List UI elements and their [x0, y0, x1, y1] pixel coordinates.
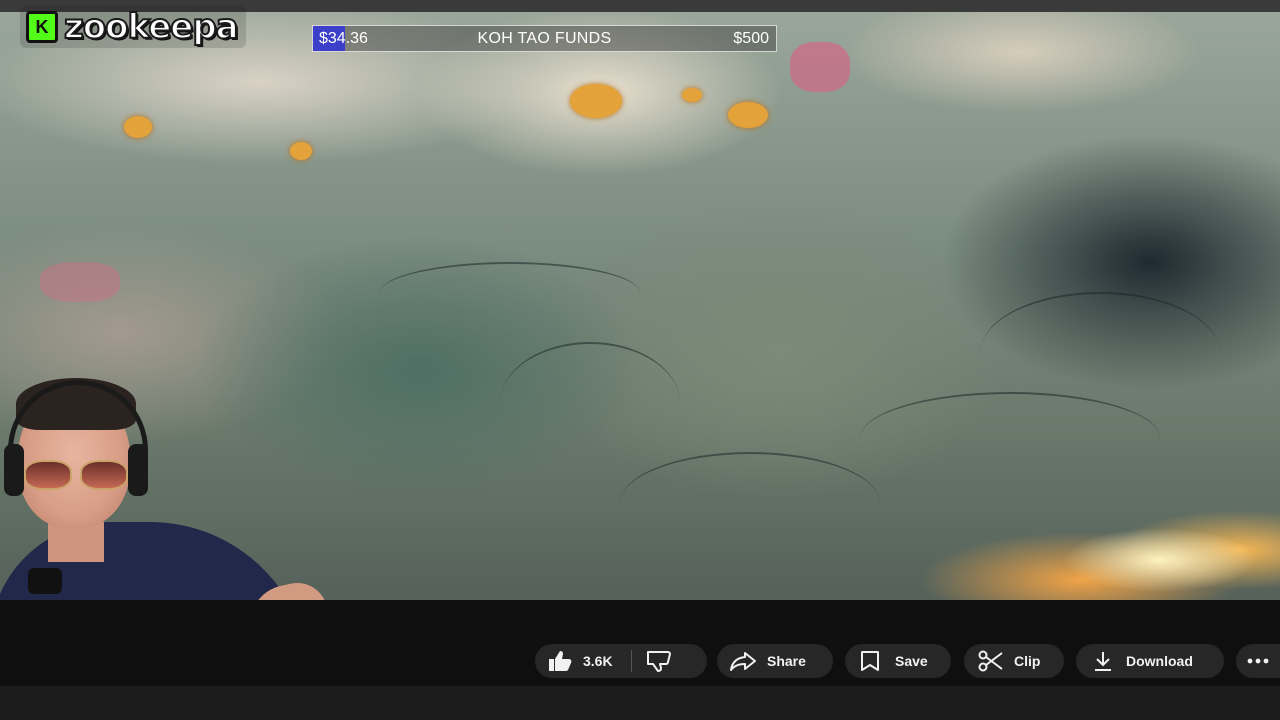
download-icon: [1092, 650, 1114, 672]
more-actions-button[interactable]: [1236, 644, 1280, 678]
like-button[interactable]: 3.6K: [535, 644, 613, 678]
headset-left-cup: [4, 444, 24, 496]
save-label: Save: [895, 653, 928, 669]
coral-patch: [40, 262, 120, 302]
thumbs-down-icon: [646, 650, 672, 672]
channel-logo: K zookeepa: [20, 6, 246, 48]
sunglasses: [22, 460, 132, 490]
like-count: 3.6K: [583, 653, 613, 669]
funds-goal: $500: [733, 29, 769, 47]
clip-label: Clip: [1014, 653, 1041, 669]
download-label: Download: [1126, 653, 1193, 669]
streamer-neck: [48, 522, 104, 562]
logo-text: zookeepa: [63, 6, 240, 48]
funds-title: KOH TAO FUNDS: [477, 29, 612, 47]
sponge: [124, 116, 152, 138]
sunglasses-lens: [80, 460, 128, 490]
save-button[interactable]: Save: [845, 644, 951, 678]
sponge: [290, 142, 312, 160]
share-arrow-icon: [729, 651, 757, 671]
microphone: [28, 568, 62, 594]
video-actions-bar: 3.6K Share Save Clip Download: [0, 600, 1280, 686]
sponge: [682, 88, 702, 102]
bottom-strip: [0, 686, 1280, 720]
share-label: Share: [767, 653, 806, 669]
dislike-button[interactable]: [632, 644, 672, 678]
sponge: [728, 102, 768, 128]
rock-crack: [500, 342, 680, 464]
rock-crack: [380, 262, 640, 324]
scissors-icon: [978, 650, 1004, 672]
thumbs-up-icon: [547, 650, 573, 672]
bookmark-icon: [859, 650, 881, 672]
logo-badge: K: [26, 11, 58, 43]
lit-coral: [860, 510, 1280, 600]
sunglasses-lens: [24, 460, 72, 490]
rock-crack: [620, 452, 880, 554]
clip-button[interactable]: Clip: [964, 644, 1064, 678]
funds-progress-bar: $34.36 KOH TAO FUNDS $500: [312, 25, 777, 52]
like-dislike-group: 3.6K: [535, 644, 707, 678]
sponge: [570, 84, 622, 118]
share-button[interactable]: Share: [717, 644, 833, 678]
download-button[interactable]: Download: [1076, 644, 1224, 678]
coral-patch: [790, 42, 850, 92]
rock-crack: [980, 292, 1220, 414]
more-dots-icon: [1247, 658, 1269, 664]
